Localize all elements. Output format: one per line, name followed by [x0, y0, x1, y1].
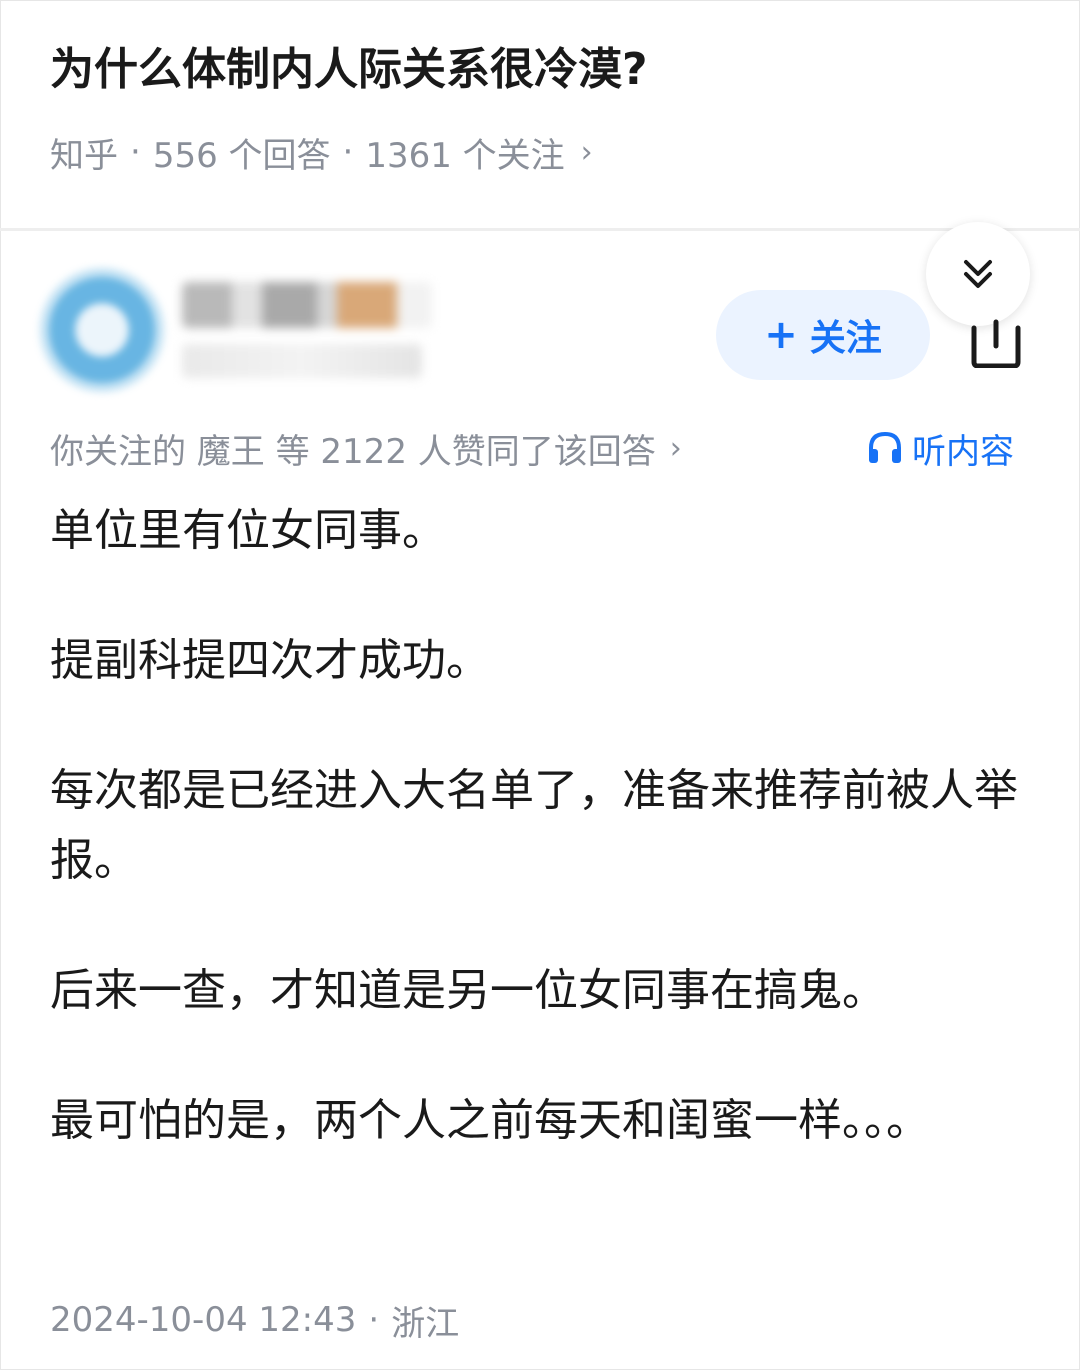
plus-icon: + [764, 312, 798, 358]
answer-paragraph: 每次都是已经进入大名单了，准备来推荐前被人举报。 [50, 765, 1018, 886]
headphones-icon [869, 431, 901, 463]
meta-separator: · [368, 1300, 380, 1340]
meta-separator: · [130, 132, 141, 172]
double-chevron-down-icon [964, 260, 992, 288]
listen-label: 听内容 [912, 431, 1014, 472]
author-name-blurred[interactable] [182, 282, 432, 328]
question-title[interactable]: 为什么体制内人际关系很冷漠? [50, 30, 1030, 110]
follower-count: 1361 个关注 [365, 135, 565, 176]
author-headline-blurred [182, 344, 422, 378]
post-datetime: 2024-10-04 12:43 [50, 1300, 357, 1340]
chevron-right-icon: › [580, 134, 593, 170]
share-icon[interactable] [966, 318, 1026, 368]
listen-button[interactable]: 听内容 [866, 420, 1014, 476]
post-info: 2024-10-04 12:43 · 浙江 [50, 1290, 459, 1350]
source-label: 知乎 [50, 135, 118, 176]
collapse-button[interactable] [926, 222, 1030, 326]
divider [0, 228, 1080, 231]
endorsement-line[interactable]: 你关注的 魔王 等 2122 人赞同了该回答 › [50, 420, 682, 476]
follow-button[interactable]: + 关注 [716, 290, 930, 380]
answer-paragraph: 最可怕的是，两个人之前每天和闺蜜一样。。。 [50, 1095, 930, 1146]
answer-paragraph: 后来一查，才知道是另一位女同事在搞鬼。 [50, 965, 886, 1016]
chevron-right-icon: › [669, 430, 682, 466]
post-location: 浙江 [391, 1303, 460, 1344]
meta-separator: · [342, 132, 354, 172]
answer-paragraph: 单位里有位女同事。 [50, 505, 446, 556]
answer-paragraph: 提副科提四次才成功。 [50, 635, 490, 686]
answer-body: 单位里有位女同事。 提副科提四次才成功。 每次都是已经进入大名单了，准备来推荐前… [50, 496, 1030, 1216]
follow-label: 关注 [809, 318, 882, 359]
endorsement-text: 你关注的 魔王 等 2122 人赞同了该回答 [50, 431, 656, 472]
avatar[interactable] [40, 268, 164, 392]
answer-count: 556 个回答 [152, 135, 331, 176]
question-meta[interactable]: 知乎 · 556 个回答 · 1361 个关注 › [50, 122, 593, 182]
